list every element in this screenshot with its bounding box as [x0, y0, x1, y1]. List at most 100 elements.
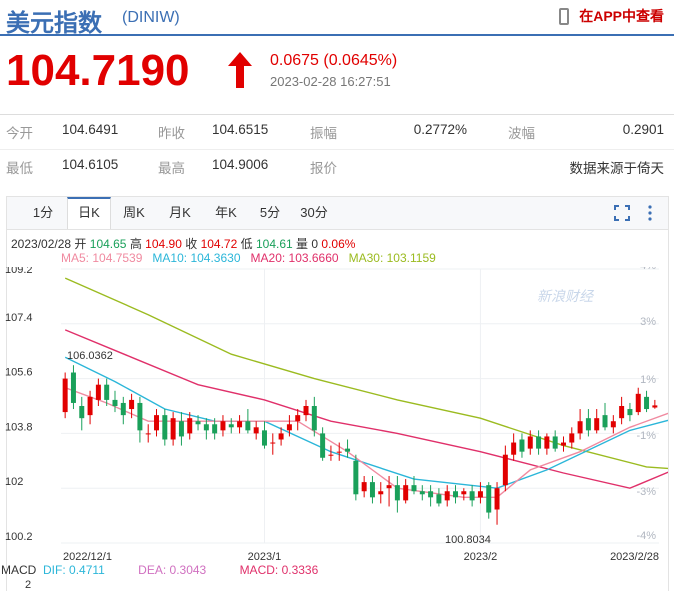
macd-legend: MACD DIF: 0.4711 DEA: 0.3043 MACD: 0.333…	[1, 563, 318, 577]
y-tick-label: 103.8	[5, 421, 33, 433]
candle-body	[436, 494, 442, 504]
prev-close-label: 昨收	[158, 126, 185, 141]
candle	[511, 433, 517, 461]
open-value: 104.6491	[62, 122, 119, 137]
candle	[577, 409, 583, 440]
candle-body	[652, 405, 658, 408]
candle-body	[444, 491, 450, 501]
macd-value: MACD: 0.3336	[239, 563, 319, 577]
tab-5min[interactable]: 5分	[257, 197, 283, 228]
candle	[303, 399, 309, 422]
tab-yearly[interactable]: 年K	[211, 197, 241, 228]
candle	[635, 387, 641, 416]
low-value: 104.6105	[62, 157, 119, 172]
ma20-line	[64, 329, 668, 489]
ma30-legend: MA30: 103.1159	[348, 251, 436, 265]
candle-body	[386, 485, 392, 489]
high-value: 104.9006	[212, 157, 269, 172]
candle	[594, 409, 600, 434]
candle	[70, 365, 76, 410]
candle-body	[178, 421, 184, 437]
candle	[120, 396, 126, 425]
candle-body	[62, 378, 68, 413]
candle	[394, 476, 400, 513]
min-annotation: 100.8034	[445, 534, 491, 546]
tab-monthly[interactable]: 月K	[165, 197, 195, 228]
bar-pct: 0.06%	[321, 237, 356, 251]
y-tick-label: 105.6	[5, 367, 33, 379]
candle-body	[336, 451, 342, 453]
candle-body	[536, 436, 542, 449]
stats-row-2: 最低 104.6105 最高 104.9006 报价 数据来源于倚天	[0, 149, 674, 180]
candle	[585, 409, 591, 437]
candle-body	[112, 399, 118, 406]
more-icon[interactable]	[647, 205, 653, 221]
candle-body	[419, 491, 425, 495]
candle-body	[203, 424, 209, 431]
y-axis-labels: 109.2 107.4 105.6 103.8 102 100.2	[5, 267, 33, 543]
period-tabs: 1分 日K 周K 月K 年K 5分 30分	[7, 197, 668, 230]
candle-body	[162, 415, 168, 440]
candle-body	[320, 433, 326, 458]
candle	[652, 399, 658, 409]
y-tick-label: 100.2	[5, 531, 33, 543]
bar-open-label: 开	[74, 237, 87, 251]
candle-body	[286, 424, 292, 431]
open-in-app-link[interactable]: 在APP中查看	[559, 6, 664, 26]
candle-body	[469, 491, 475, 501]
bar-vol: 0	[311, 237, 319, 251]
percent-tick-label: -3%	[636, 486, 656, 498]
tab-1min[interactable]: 1分	[29, 197, 57, 228]
tab-daily[interactable]: 日K	[67, 197, 111, 229]
candle-body	[577, 421, 583, 434]
candle-body	[70, 372, 76, 403]
candle	[253, 421, 259, 440]
candle-body	[145, 433, 151, 435]
candle	[560, 436, 566, 452]
chart-panel: 1分 日K 周K 月K 年K 5分 30分 2023/02/28 开 104.6…	[1, 196, 669, 591]
y-tick-label: 102	[5, 476, 23, 488]
wave-value: 0.2901	[622, 122, 664, 137]
tab-weekly[interactable]: 周K	[119, 197, 149, 228]
candle-body	[602, 415, 608, 428]
candle	[436, 488, 442, 507]
bar-open: 104.65	[89, 237, 127, 251]
tab-30min[interactable]: 30分	[299, 197, 329, 228]
candle-body	[486, 485, 492, 513]
candle-body	[120, 402, 126, 416]
candle-body	[378, 491, 384, 495]
candle	[461, 488, 467, 501]
ma-legend: MA5: 104.7539 MA10: 104.3630 MA20: 103.6…	[61, 251, 436, 265]
percent-tick-label: 1%	[640, 374, 656, 386]
candle	[320, 427, 326, 461]
macd-dea: DEA: 0.3043	[138, 563, 207, 577]
percent-tick-label: -4%	[636, 530, 656, 542]
percent-tick-label: -1%	[636, 430, 656, 442]
title-bar: 美元指数 (DINIW) 在APP中查看	[0, 0, 674, 37]
candle-body	[477, 491, 483, 498]
watermark: 新浪财经	[537, 288, 595, 304]
candle	[345, 439, 351, 458]
x-axis-labels: 2022/12/1 2023/1 2023/2 2023/2/28	[63, 551, 659, 563]
ma5-legend: MA5: 104.7539	[61, 251, 143, 265]
candle-body	[635, 393, 641, 413]
candle	[154, 409, 160, 437]
candle-body	[502, 454, 508, 486]
y-tick-label: 109.2	[5, 267, 33, 276]
candle-body	[527, 436, 533, 449]
candle-body	[187, 418, 193, 434]
open-in-app-label: 在APP中查看	[579, 8, 664, 24]
candlestick-chart[interactable]: 109.2 107.4 105.6 103.8 102 100.2 4% 3% 1% -1% -3…	[1, 267, 668, 567]
candle	[544, 433, 550, 455]
candle-body	[369, 482, 375, 498]
current-price: 104.7190	[6, 46, 190, 95]
candle-body	[544, 436, 550, 449]
candle	[237, 415, 243, 434]
amplitude-label: 振幅	[310, 126, 337, 141]
fullscreen-icon[interactable]	[614, 205, 630, 221]
candle	[602, 402, 608, 431]
percent-tick-label: 4%	[640, 267, 656, 272]
candle	[270, 433, 276, 455]
y-tick-label: 107.4	[5, 312, 33, 324]
percent-tick-label: 3%	[640, 316, 656, 328]
